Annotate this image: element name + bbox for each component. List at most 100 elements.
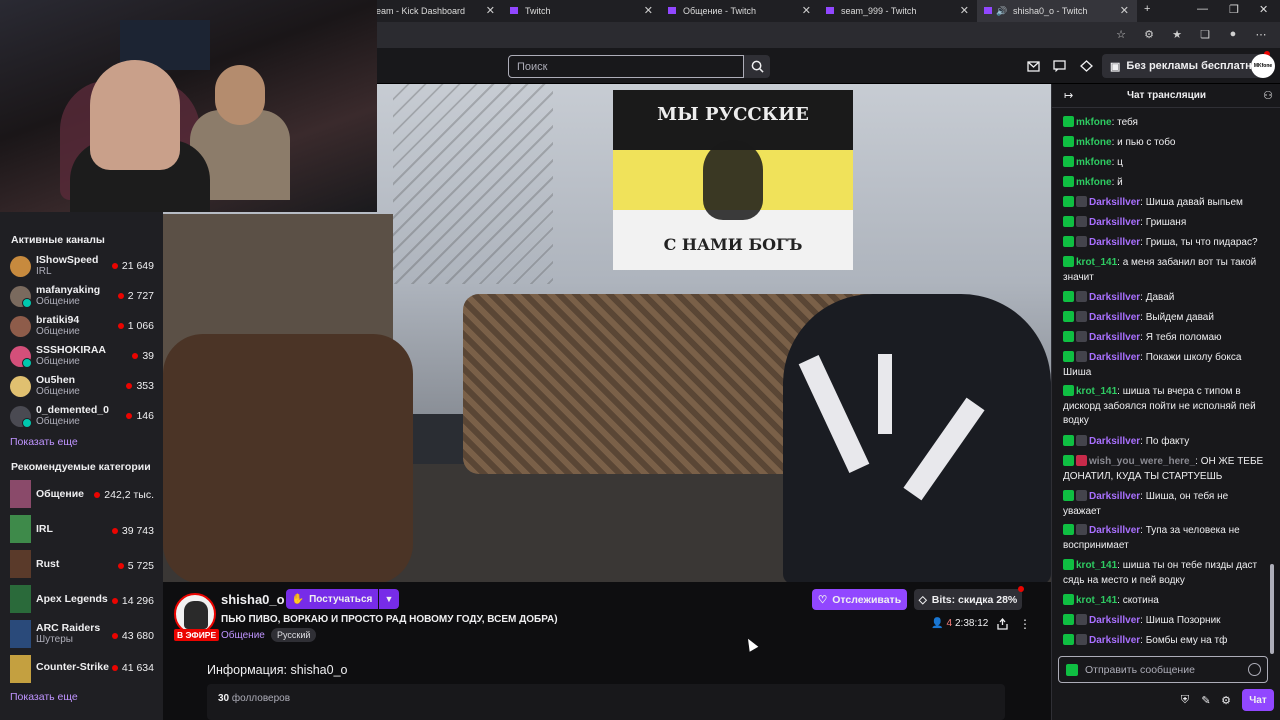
sidebar-category-counter-strike[interactable]: Counter-Strike 41 634: [0, 655, 163, 685]
minimize-button[interactable]: —: [1197, 3, 1208, 15]
bits-button[interactable]: ◇ Bits: скидка 28%: [914, 586, 1024, 610]
verified-badge-icon[interactable]: [1063, 524, 1074, 535]
chat-username[interactable]: wish_you_were_here_: [1089, 456, 1195, 467]
verified-badge-icon[interactable]: [1063, 351, 1074, 362]
gear-icon[interactable]: ⚙: [1219, 693, 1233, 707]
extension-icon[interactable]: ⚙: [1142, 27, 1156, 41]
profile-icon[interactable]: ●: [1226, 27, 1240, 41]
verified-badge-icon[interactable]: [1063, 156, 1074, 167]
new-tab-button[interactable]: +: [1144, 3, 1150, 15]
stream-tag[interactable]: Русский: [271, 628, 317, 642]
shield-icon[interactable]: ⛨: [1178, 693, 1192, 707]
sidebar-channel-ishowspeed[interactable]: IShowSpeed IRL 21 649: [0, 252, 163, 282]
more-options-icon[interactable]: ⋮: [1019, 617, 1031, 631]
sidebar-category-obshenie[interactable]: Общение 242,2 тыс.: [0, 480, 163, 510]
chat-username[interactable]: Darksillver: [1089, 436, 1140, 447]
subscriber-badge-icon[interactable]: [1076, 435, 1087, 446]
verified-badge-icon[interactable]: [1063, 331, 1074, 342]
chat-username[interactable]: Darksillver: [1089, 332, 1140, 343]
verified-badge-icon[interactable]: [1063, 559, 1074, 570]
whispers-icon[interactable]: [1051, 58, 1067, 74]
collections-icon[interactable]: ❏: [1198, 27, 1212, 41]
verified-badge-icon[interactable]: [1063, 614, 1074, 625]
sidebar-category-irl[interactable]: IRL 39 743: [0, 515, 163, 545]
favorites-icon[interactable]: ★: [1170, 27, 1184, 41]
subscriber-badge-icon[interactable]: [1076, 490, 1087, 501]
restore-button[interactable]: ❐: [1229, 3, 1239, 16]
verified-badge-icon[interactable]: [1063, 236, 1074, 247]
search-input[interactable]: Поиск: [508, 55, 744, 78]
subscriber-badge-icon[interactable]: [1076, 614, 1087, 625]
verified-badge-icon[interactable]: [1063, 385, 1074, 396]
badge-icon[interactable]: [1066, 664, 1078, 676]
chat-username[interactable]: Darksillver: [1089, 217, 1140, 228]
chat-username[interactable]: mkfone: [1076, 157, 1112, 168]
subscriber-badge-icon[interactable]: [1076, 236, 1087, 247]
browser-tab-twitch[interactable]: Twitch ✕: [503, 0, 661, 22]
search-button[interactable]: [744, 55, 770, 78]
chat-username[interactable]: Darksillver: [1089, 635, 1140, 646]
browser-tab-shisha[interactable]: 🔊 shisha0_o - Twitch ✕: [977, 0, 1137, 22]
chat-scrollbar[interactable]: [1270, 564, 1274, 654]
sidebar-channel-bratiki94[interactable]: bratiki94 Общение 1 066: [0, 312, 163, 342]
subscriber-badge-icon[interactable]: [1076, 634, 1087, 645]
verified-badge-icon[interactable]: [1063, 196, 1074, 207]
no-ads-button[interactable]: ▣ Без рекламы бесплатно: [1102, 51, 1270, 78]
chat-username[interactable]: Darksillver: [1089, 525, 1140, 536]
community-icon[interactable]: ⚇: [1263, 89, 1273, 102]
sidebar-category-arc-raiders[interactable]: ARC Raiders Шутеры 43 680: [0, 620, 163, 650]
browser-tab-obshenie[interactable]: Общение - Twitch ✕: [661, 0, 819, 22]
channel-name[interactable]: shisha0_o: [221, 592, 285, 607]
sidebar-channel-ssshokiraa[interactable]: SSSHOKIRAA Общение 39: [0, 342, 163, 372]
chat-username[interactable]: krot_141: [1076, 560, 1117, 571]
menu-icon[interactable]: ⋯: [1254, 27, 1268, 41]
chat-username[interactable]: mkfone: [1076, 137, 1112, 148]
follow-button[interactable]: ♡ Отслеживать: [812, 589, 907, 610]
close-icon[interactable]: ✕: [486, 4, 495, 17]
chat-input[interactable]: Отправить сообщение: [1058, 656, 1268, 683]
verified-badge-icon[interactable]: [1063, 634, 1074, 645]
chat-username[interactable]: Darksillver: [1089, 352, 1140, 363]
muted-badge-icon[interactable]: [1076, 455, 1087, 466]
verified-badge-icon[interactable]: [1063, 490, 1074, 501]
chat-send-button[interactable]: Чат: [1242, 689, 1274, 711]
sidebar-category-apex[interactable]: Apex Legends 14 296: [0, 585, 163, 615]
star-icon[interactable]: ☆: [1114, 27, 1128, 41]
knock-dropdown-button[interactable]: ▼: [379, 589, 399, 609]
chat-username[interactable]: Darksillver: [1089, 237, 1140, 248]
sidebar-category-rust[interactable]: Rust 5 725: [0, 550, 163, 580]
verified-badge-icon[interactable]: [1063, 435, 1074, 446]
knock-button[interactable]: ✋ Постучаться: [286, 589, 378, 609]
chat-username[interactable]: Darksillver: [1089, 312, 1140, 323]
verified-badge-icon[interactable]: [1063, 594, 1074, 605]
subscriber-badge-icon[interactable]: [1076, 311, 1087, 322]
subscriber-badge-icon[interactable]: [1076, 524, 1087, 535]
emote-picker-icon[interactable]: [1248, 663, 1261, 676]
subscriber-badge-icon[interactable]: [1076, 196, 1087, 207]
user-avatar[interactable]: MKfone: [1251, 54, 1275, 78]
pen-icon[interactable]: ✎: [1199, 693, 1213, 707]
verified-badge-icon[interactable]: [1063, 291, 1074, 302]
browser-tab-seam[interactable]: seam_999 - Twitch ✕: [819, 0, 977, 22]
share-icon[interactable]: [996, 617, 1010, 631]
sidebar-channel-0-demented-0[interactable]: 0_demented_0 Общение 146: [0, 402, 163, 432]
chat-username[interactable]: mkfone: [1076, 177, 1112, 188]
inbox-icon[interactable]: [1025, 58, 1041, 74]
verified-badge-icon[interactable]: [1063, 256, 1074, 267]
close-icon[interactable]: ✕: [1120, 4, 1129, 17]
crown-icon[interactable]: [1078, 58, 1094, 74]
verified-badge-icon[interactable]: [1063, 311, 1074, 322]
sidebar-channel-mafanyaking[interactable]: mafanyaking Общение 2 727: [0, 282, 163, 312]
close-icon[interactable]: ✕: [644, 4, 653, 17]
chat-username[interactable]: Darksillver: [1089, 197, 1140, 208]
close-window-button[interactable]: ✕: [1259, 3, 1268, 16]
chat-username[interactable]: mkfone: [1076, 117, 1112, 128]
close-icon[interactable]: ✕: [802, 4, 811, 17]
close-icon[interactable]: ✕: [960, 4, 969, 17]
subscriber-badge-icon[interactable]: [1076, 351, 1087, 362]
chat-username[interactable]: Darksillver: [1089, 491, 1140, 502]
show-more-channels-link[interactable]: Показать еще: [10, 436, 78, 448]
verified-badge-icon[interactable]: [1063, 116, 1074, 127]
verified-badge-icon[interactable]: [1063, 176, 1074, 187]
subscriber-badge-icon[interactable]: [1076, 291, 1087, 302]
